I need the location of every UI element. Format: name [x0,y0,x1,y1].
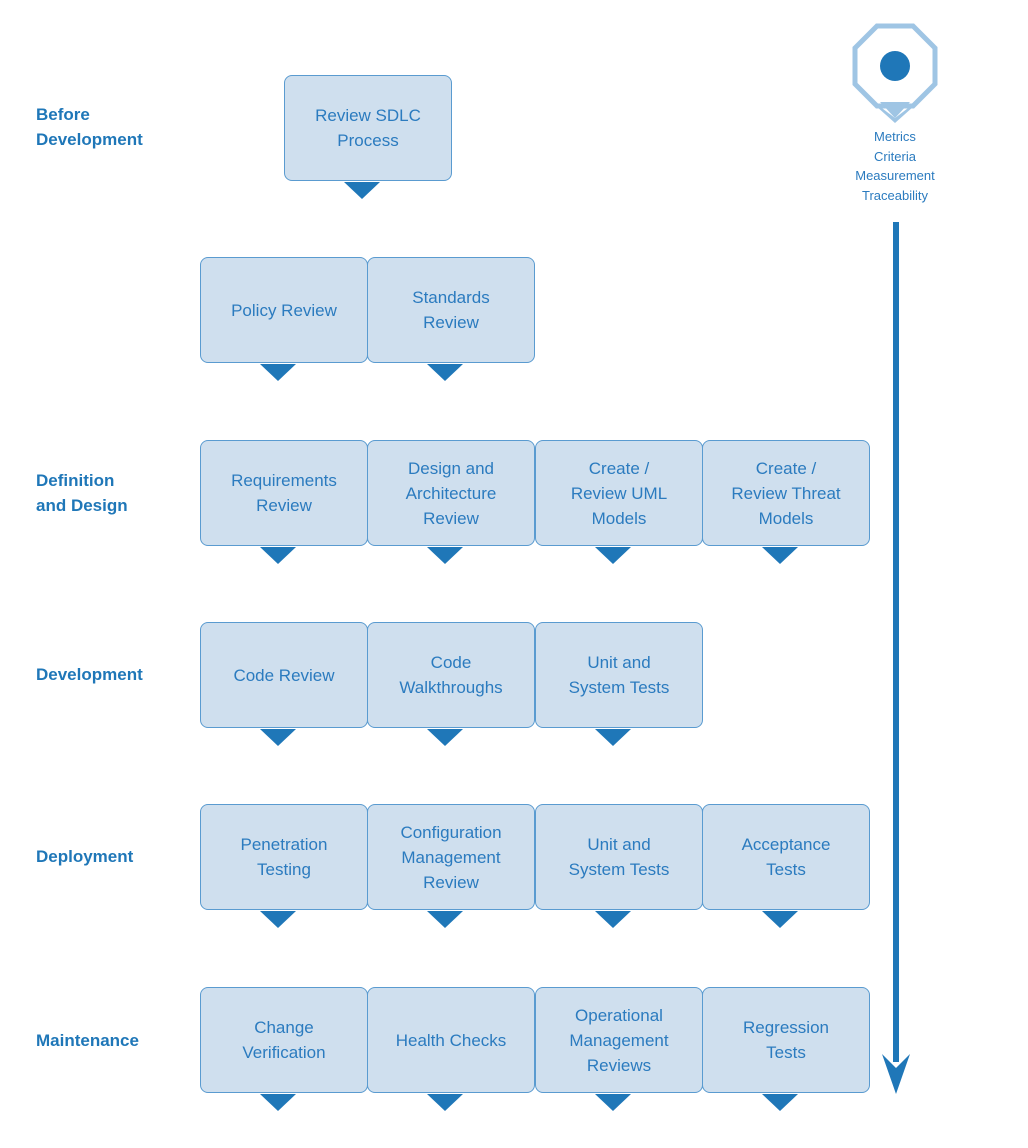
target-dot-icon [880,51,910,81]
activity-label: Unit and System Tests [568,835,670,879]
pointer-triangle-icon [260,547,296,564]
octagon-pin-icon [852,23,938,123]
pointer-triangle-icon [427,364,463,381]
pointer-triangle-icon [344,182,380,199]
pointer-triangle-icon [762,911,798,928]
activity-label: Code Review [233,665,335,685]
activity-label: Create / Review UML Models [570,458,668,528]
activity-label: Configuration Management Review [400,822,502,892]
activity-box-configuration-management-review: Configuration Management Review [367,804,535,910]
activity-box-unit-system-tests-dev: Unit and System Tests [535,622,703,728]
activity-box-health-checks: Health Checks [367,987,535,1093]
pointer-triangle-icon [762,1094,798,1111]
activity-box-penetration-testing: Penetration Testing [200,804,368,910]
activity-label: Unit and System Tests [568,653,670,697]
activity-label: Review SDLC Process [315,106,421,150]
activity-label: Regression Tests [743,1018,829,1062]
activity-box-unit-system-tests-deploy: Unit and System Tests [535,804,703,910]
phase-label-before-development: Before Development [36,105,143,149]
activity-box-standards-review: Standards Review [367,257,535,363]
pointer-triangle-icon [427,547,463,564]
pointer-triangle-icon [595,911,631,928]
pointer-triangle-icon [595,1094,631,1111]
activity-label: Operational Management Reviews [569,1005,669,1075]
pointer-triangle-icon [595,729,631,746]
activity-label: Acceptance Tests [741,835,831,879]
activity-box-operational-management-reviews: Operational Management Reviews [535,987,703,1093]
pointer-triangle-icon [762,547,798,564]
activity-label: Standards Review [412,288,490,332]
activity-box-change-verification: Change Verification [200,987,368,1093]
pointer-triangle-icon [427,1094,463,1111]
activity-box-review-sdlc-process: Review SDLC Process [284,75,452,181]
activity-label: Create / Review Threat Models [731,458,841,528]
activity-box-design-architecture-review: Design and Architecture Review [367,440,535,546]
activity-label: Policy Review [231,300,337,320]
pointer-triangle-icon [595,547,631,564]
activity-box-review-threat-models: Create / Review Threat Models [702,440,870,546]
activity-label: Code Walkthroughs [399,653,503,697]
phase-label-development: Development [36,665,143,684]
activity-label: Penetration Testing [240,835,328,879]
activity-box-policy-review: Policy Review [200,257,368,363]
phase-label-deployment: Deployment [36,847,134,866]
activity-box-review-uml-models: Create / Review UML Models [535,440,703,546]
pointer-triangle-icon [260,364,296,381]
activity-label: Change Verification [242,1018,326,1062]
activity-box-regression-tests: Regression Tests [702,987,870,1093]
down-arrow-icon [882,222,910,1094]
activity-box-code-review: Code Review [200,622,368,728]
activity-label: Health Checks [395,1030,507,1050]
pointer-triangle-icon [260,911,296,928]
pointer-triangle-icon [260,1094,296,1111]
pointer-triangle-icon [260,729,296,746]
activity-label: Design and Architecture Review [405,458,497,528]
activity-label: Requirements Review [231,471,337,515]
legend-text: Metrics Criteria Measurement Traceabilit… [855,129,935,203]
phase-label-maintenance: Maintenance [36,1031,139,1050]
pointer-triangle-icon [427,911,463,928]
pointer-triangle-icon [427,729,463,746]
activity-box-code-walkthroughs: Code Walkthroughs [367,622,535,728]
activity-box-requirements-review: Requirements Review [200,440,368,546]
phase-label-definition-and-design: Definition and Design [36,471,128,515]
activity-box-acceptance-tests: Acceptance Tests [702,804,870,910]
